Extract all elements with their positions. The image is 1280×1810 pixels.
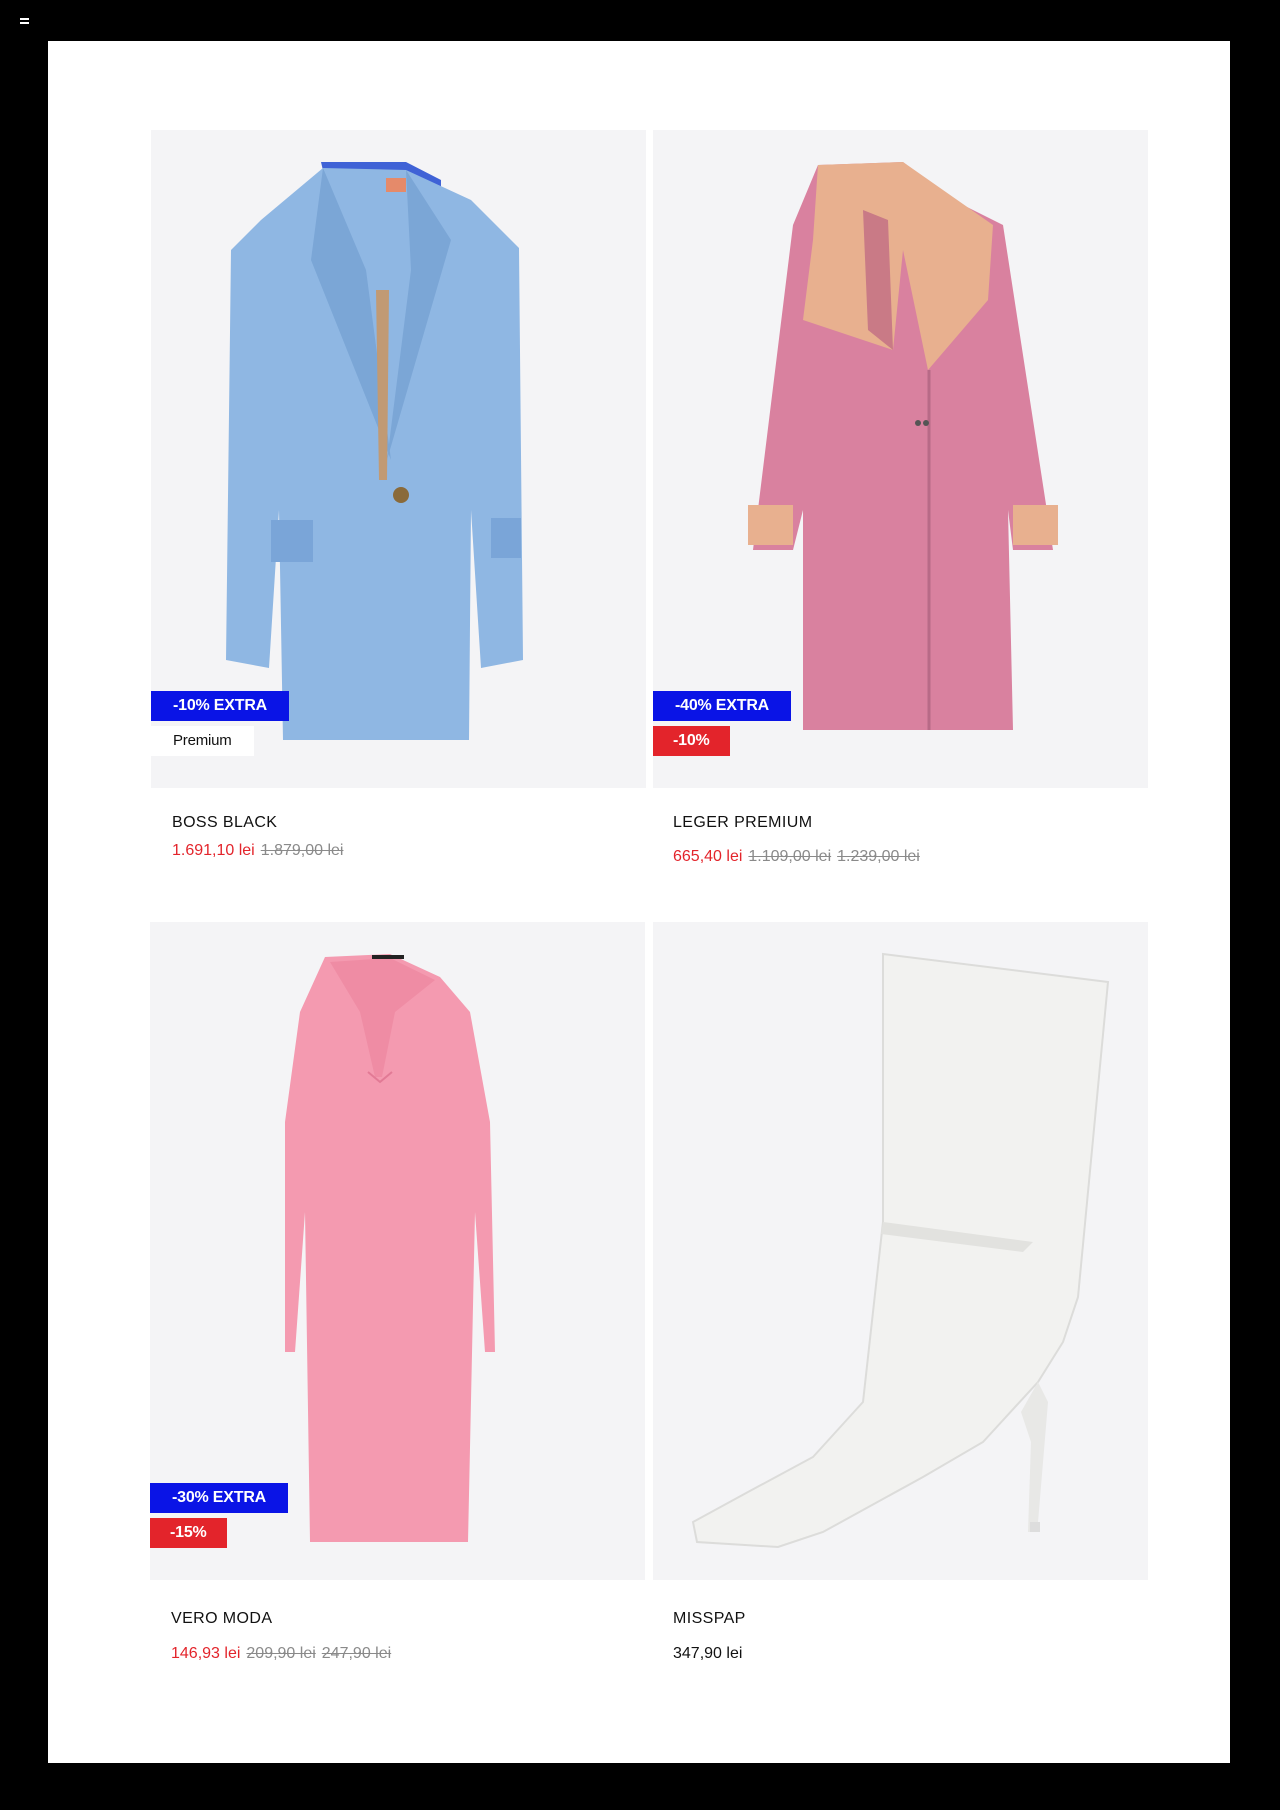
price-regular: 347,90 lei	[673, 1645, 743, 1662]
price-old: 247,90 lei	[321, 1645, 392, 1662]
product-brand[interactable]: MISSPAP	[673, 1610, 746, 1628]
catalog-page: -10% EXTRA Premium BOSS BLACK 1.691,10 l…	[48, 41, 1230, 1763]
price-old: 1.239,00 lei	[837, 848, 920, 865]
price-old: 1.109,00 lei	[748, 848, 832, 865]
menu-icon[interactable]	[20, 18, 29, 25]
extra-discount-badge: -40% EXTRA	[653, 691, 792, 721]
product-card[interactable]: -40% EXTRA -10%	[653, 130, 1148, 788]
extra-discount-badge: -30% EXTRA	[150, 1483, 289, 1513]
product-image[interactable]: -10% EXTRA Premium	[151, 130, 646, 788]
price-old: 209,90 lei	[246, 1645, 316, 1662]
product-card[interactable]	[653, 922, 1148, 1580]
boot-image	[653, 922, 1148, 1580]
product-brand[interactable]: VERO MODA	[171, 1610, 272, 1628]
product-card[interactable]: -10% EXTRA Premium	[151, 130, 646, 788]
price-now: 146,93 lei	[171, 1645, 241, 1662]
premium-badge: Premium	[151, 726, 254, 756]
product-prices: 347,90 lei	[673, 1645, 742, 1663]
product-brand[interactable]: LEGER PREMIUM	[673, 814, 812, 832]
product-prices: 1.691,10 lei 1.879,00 lei	[172, 842, 343, 860]
product-prices: 146,93 lei 209,90 lei 247,90 lei	[171, 1645, 391, 1663]
product-card[interactable]: -30% EXTRA -15%	[150, 922, 645, 1580]
extra-discount-badge: -10% EXTRA	[151, 691, 290, 721]
price-old: 1.879,00 lei	[260, 842, 344, 859]
product-prices: 665,40 lei 1.109,00 lei 1.239,00 lei	[673, 848, 920, 866]
product-image[interactable]: -40% EXTRA -10%	[653, 130, 1148, 788]
discount-badge: -10%	[653, 726, 730, 756]
product-image[interactable]: -30% EXTRA -15%	[150, 922, 645, 1580]
discount-badge: -15%	[150, 1518, 227, 1548]
product-image[interactable]	[653, 922, 1148, 1580]
price-now: 665,40 lei	[673, 848, 743, 865]
product-brand[interactable]: BOSS BLACK	[172, 814, 277, 832]
price-now: 1.691,10 lei	[172, 842, 255, 859]
